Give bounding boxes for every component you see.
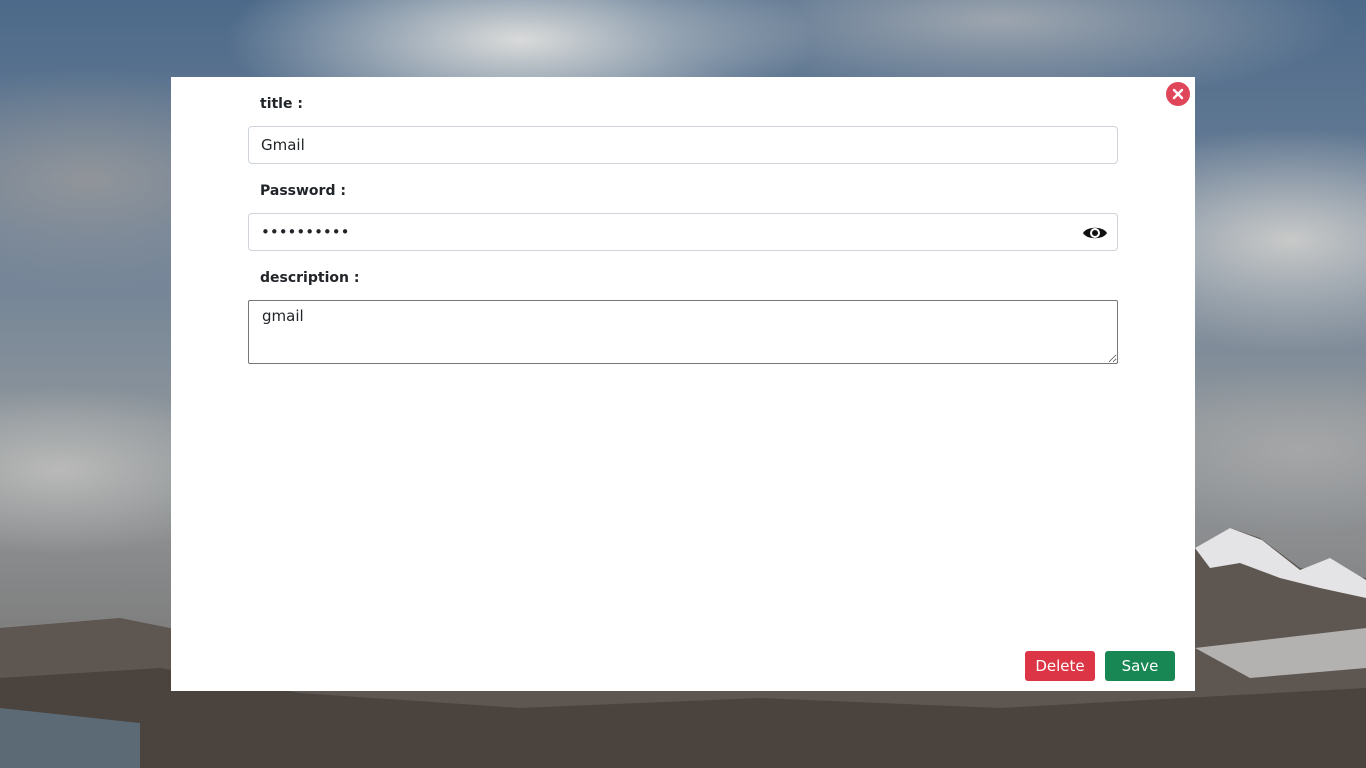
title-input[interactable] bbox=[248, 126, 1118, 164]
password-entry-dialog: title : Password : description : gmail D… bbox=[171, 77, 1195, 691]
description-label: description : bbox=[260, 270, 360, 286]
save-button[interactable]: Save bbox=[1105, 651, 1175, 681]
password-label: Password : bbox=[260, 183, 346, 199]
delete-button[interactable]: Delete bbox=[1025, 651, 1095, 681]
close-icon bbox=[1172, 88, 1184, 100]
title-label: title : bbox=[260, 96, 303, 112]
close-button[interactable] bbox=[1166, 82, 1190, 106]
eye-icon[interactable] bbox=[1082, 224, 1108, 242]
description-textarea[interactable]: gmail bbox=[248, 300, 1118, 364]
password-input[interactable] bbox=[248, 213, 1118, 251]
